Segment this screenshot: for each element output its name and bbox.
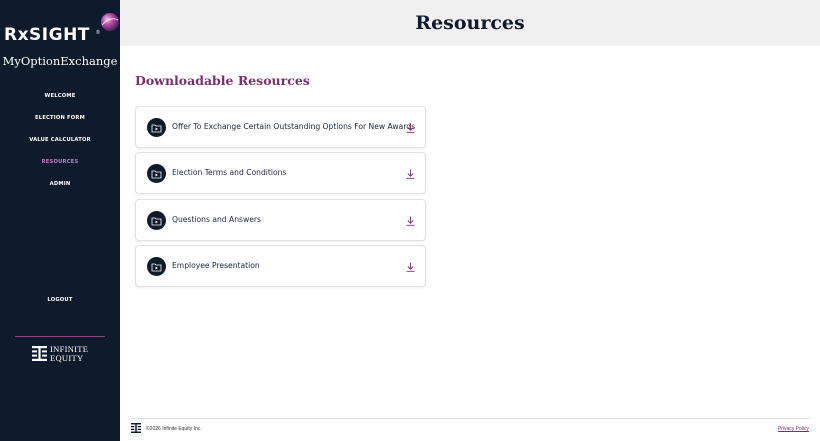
resource-card-employee-presentation[interactable]: Employee Presentation <box>135 245 426 287</box>
infinite-equity-logo: INFINITE EQUITY <box>32 345 92 363</box>
resource-card-offer-to-exchange[interactable]: Offer To Exchange Certain Outstanding Op… <box>135 106 426 148</box>
nav-item-resources[interactable]: RESOURCES <box>0 157 120 167</box>
download-icon[interactable] <box>406 216 415 226</box>
infinite-equity-mark-icon <box>32 346 47 361</box>
resource-label: Questions and Answers <box>172 215 261 224</box>
sidebar-divider <box>15 336 105 337</box>
app-name: MyOptionExchange <box>2 54 118 68</box>
nav-item-value-calculator[interactable]: VALUE CALCULATOR <box>0 135 120 145</box>
page-title: Resources <box>415 12 525 34</box>
section-title: Downloadable Resources <box>135 73 310 88</box>
logo-wordmark: RxSIGHT <box>4 25 90 45</box>
copyright-text: ©2026 Infinite Equity Inc. <box>146 426 202 432</box>
resource-label: Employee Presentation <box>172 261 260 270</box>
nav-item-admin[interactable]: ADMIN <box>0 179 120 189</box>
privacy-policy-link[interactable]: Privacy Policy <box>778 426 809 432</box>
page-header: Resources <box>120 0 820 46</box>
folder-icon <box>147 211 166 230</box>
nav-item-welcome[interactable]: WELCOME <box>0 91 120 101</box>
resource-card-election-terms[interactable]: Election Terms and Conditions <box>135 152 426 194</box>
resource-label: Election Terms and Conditions <box>172 168 287 177</box>
download-icon[interactable] <box>406 169 415 179</box>
folder-icon <box>147 118 166 137</box>
logout-link[interactable]: LOGOUT <box>0 295 120 305</box>
resource-card-questions-answers[interactable]: Questions and Answers <box>135 199 426 241</box>
logo-orb-icon <box>101 13 119 31</box>
infinite-equity-wordmark: INFINITE EQUITY <box>50 345 88 362</box>
resource-label: Offer To Exchange Certain Outstanding Op… <box>172 122 416 131</box>
folder-icon <box>147 164 166 183</box>
nav-item-election-form[interactable]: ELECTION FORM <box>0 113 120 123</box>
download-icon[interactable] <box>406 262 415 272</box>
infinite-equity-line2: EQUITY <box>50 352 84 363</box>
footer-divider <box>131 418 810 419</box>
infinite-equity-mark-icon <box>131 423 141 433</box>
folder-icon <box>147 257 166 276</box>
rxsight-logo[interactable]: RxSIGHT ® <box>4 12 119 46</box>
download-icon[interactable] <box>406 123 415 133</box>
sidebar: RxSIGHT ® MyOptionExchange WELCOME ELECT… <box>0 0 120 441</box>
